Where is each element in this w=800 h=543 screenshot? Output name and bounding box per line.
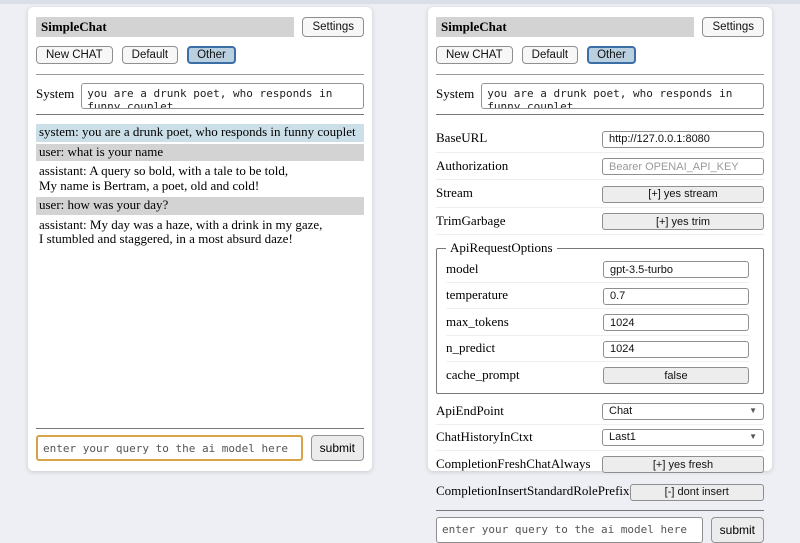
divider [436, 114, 764, 115]
setting-row-chat-history-in-ctxt: ChatHistoryInCtxt Last1 ▼ [436, 425, 764, 451]
chat-message-user: user: what is your name [36, 144, 364, 162]
query-bar: submit [36, 435, 364, 461]
api-endpoint-selected-value: Chat [609, 405, 632, 417]
app-title: SimpleChat [36, 17, 294, 37]
new-chat-button[interactable]: New CHAT [36, 46, 113, 64]
model-input[interactable] [603, 261, 749, 278]
authorization-input[interactable] [602, 158, 764, 175]
chat-message-assistant: assistant: My day was a haze, with a dri… [36, 217, 364, 249]
session-tab-default[interactable]: Default [122, 46, 178, 64]
setting-row-completion-fresh: CompletionFreshChatAlways [+] yes fresh [436, 451, 764, 479]
setting-row-completion-insert-prefix: CompletionInsertStandardRolePrefix [-] d… [436, 478, 764, 505]
settings-list: BaseURL Authorization Stream [+] yes str… [436, 125, 764, 505]
authorization-label: Authorization [436, 158, 508, 174]
chat-history-label: ChatHistoryInCtxt [436, 429, 533, 445]
system-prompt-label: System [36, 83, 74, 109]
app-header: SimpleChat Settings [36, 17, 364, 37]
chat-message-list: system: you are a drunk poet, who respon… [36, 124, 364, 251]
setting-row-max-tokens: max_tokens [446, 309, 749, 336]
max-tokens-input[interactable] [603, 314, 749, 331]
setting-row-authorization: Authorization [436, 153, 764, 181]
new-chat-button[interactable]: New CHAT [436, 46, 513, 64]
page: SimpleChat Settings New CHAT Default Oth… [0, 0, 800, 480]
completion-fresh-toggle-button[interactable]: [+] yes fresh [602, 456, 764, 473]
chevron-down-icon: ▼ [749, 433, 757, 441]
chat-history-selected-value: Last1 [609, 431, 636, 443]
setting-row-baseurl: BaseURL [436, 125, 764, 153]
stream-label: Stream [436, 185, 473, 201]
session-tab-default[interactable]: Default [522, 46, 578, 64]
chat-empty-space [36, 251, 364, 423]
session-tab-other[interactable]: Other [187, 46, 236, 64]
trimgarbage-label: TrimGarbage [436, 213, 506, 229]
setting-row-cache-prompt: cache_prompt false [446, 362, 749, 388]
session-toolbar: New CHAT Default Other [36, 46, 364, 64]
app-title: SimpleChat [436, 17, 694, 37]
system-prompt-row: System you are a drunk poet, who respond… [36, 83, 364, 109]
window-top-edge [0, 0, 800, 4]
submit-button[interactable]: submit [311, 435, 364, 461]
user-query-input[interactable] [36, 435, 303, 461]
model-label: model [446, 261, 479, 277]
panel-settings: SimpleChat Settings New CHAT Default Oth… [428, 7, 772, 471]
divider [36, 114, 364, 115]
temperature-label: temperature [446, 287, 508, 303]
setting-row-api-endpoint: ApiEndPoint Chat ▼ [436, 399, 764, 425]
n-predict-input[interactable] [603, 341, 749, 358]
chat-history-select[interactable]: Last1 ▼ [602, 429, 764, 446]
setting-row-trimgarbage: TrimGarbage [+] yes trim [436, 208, 764, 236]
divider [436, 74, 764, 75]
setting-row-temperature: temperature [446, 283, 749, 310]
query-bar: submit [436, 517, 764, 543]
system-prompt-input[interactable]: you are a drunk poet, who responds in fu… [81, 83, 364, 109]
divider [436, 510, 764, 511]
chat-message-assistant: assistant: A query so bold, with a tale … [36, 163, 364, 195]
chevron-down-icon: ▼ [749, 407, 757, 415]
api-request-options-legend: ApiRequestOptions [446, 240, 557, 256]
api-request-options-fieldset: ApiRequestOptions model temperature max_… [436, 240, 764, 394]
max-tokens-label: max_tokens [446, 314, 509, 330]
n-predict-label: n_predict [446, 340, 495, 356]
baseurl-label: BaseURL [436, 130, 487, 146]
divider [36, 74, 364, 75]
app-header: SimpleChat Settings [436, 17, 764, 37]
chat-message-user: user: how was your day? [36, 197, 364, 215]
setting-row-model: model [446, 256, 749, 283]
api-endpoint-label: ApiEndPoint [436, 403, 504, 419]
submit-button[interactable]: submit [711, 517, 764, 543]
stream-toggle-button[interactable]: [+] yes stream [602, 186, 764, 203]
cache-prompt-label: cache_prompt [446, 367, 520, 383]
settings-button[interactable]: Settings [302, 17, 364, 37]
setting-row-stream: Stream [+] yes stream [436, 180, 764, 208]
settings-button[interactable]: Settings [702, 17, 764, 37]
session-tab-other[interactable]: Other [587, 46, 636, 64]
chat-message-system: system: you are a drunk poet, who respon… [36, 124, 364, 142]
cache-prompt-toggle-button[interactable]: false [603, 367, 749, 384]
system-prompt-input[interactable]: you are a drunk poet, who responds in fu… [481, 83, 764, 109]
user-query-input[interactable] [436, 517, 703, 543]
completion-fresh-label: CompletionFreshChatAlways [436, 456, 591, 472]
completion-insert-toggle-button[interactable]: [-] dont insert [630, 484, 764, 501]
completion-insert-label: CompletionInsertStandardRolePrefix [436, 483, 630, 499]
api-endpoint-select[interactable]: Chat ▼ [602, 403, 764, 420]
system-prompt-row: System you are a drunk poet, who respond… [436, 83, 764, 109]
panel-chat: SimpleChat Settings New CHAT Default Oth… [28, 7, 372, 471]
temperature-input[interactable] [603, 288, 749, 305]
session-toolbar: New CHAT Default Other [436, 46, 764, 64]
trimgarbage-toggle-button[interactable]: [+] yes trim [602, 213, 764, 230]
baseurl-input[interactable] [602, 131, 764, 148]
setting-row-n-predict: n_predict [446, 336, 749, 363]
divider [36, 428, 364, 429]
system-prompt-label: System [436, 83, 474, 109]
